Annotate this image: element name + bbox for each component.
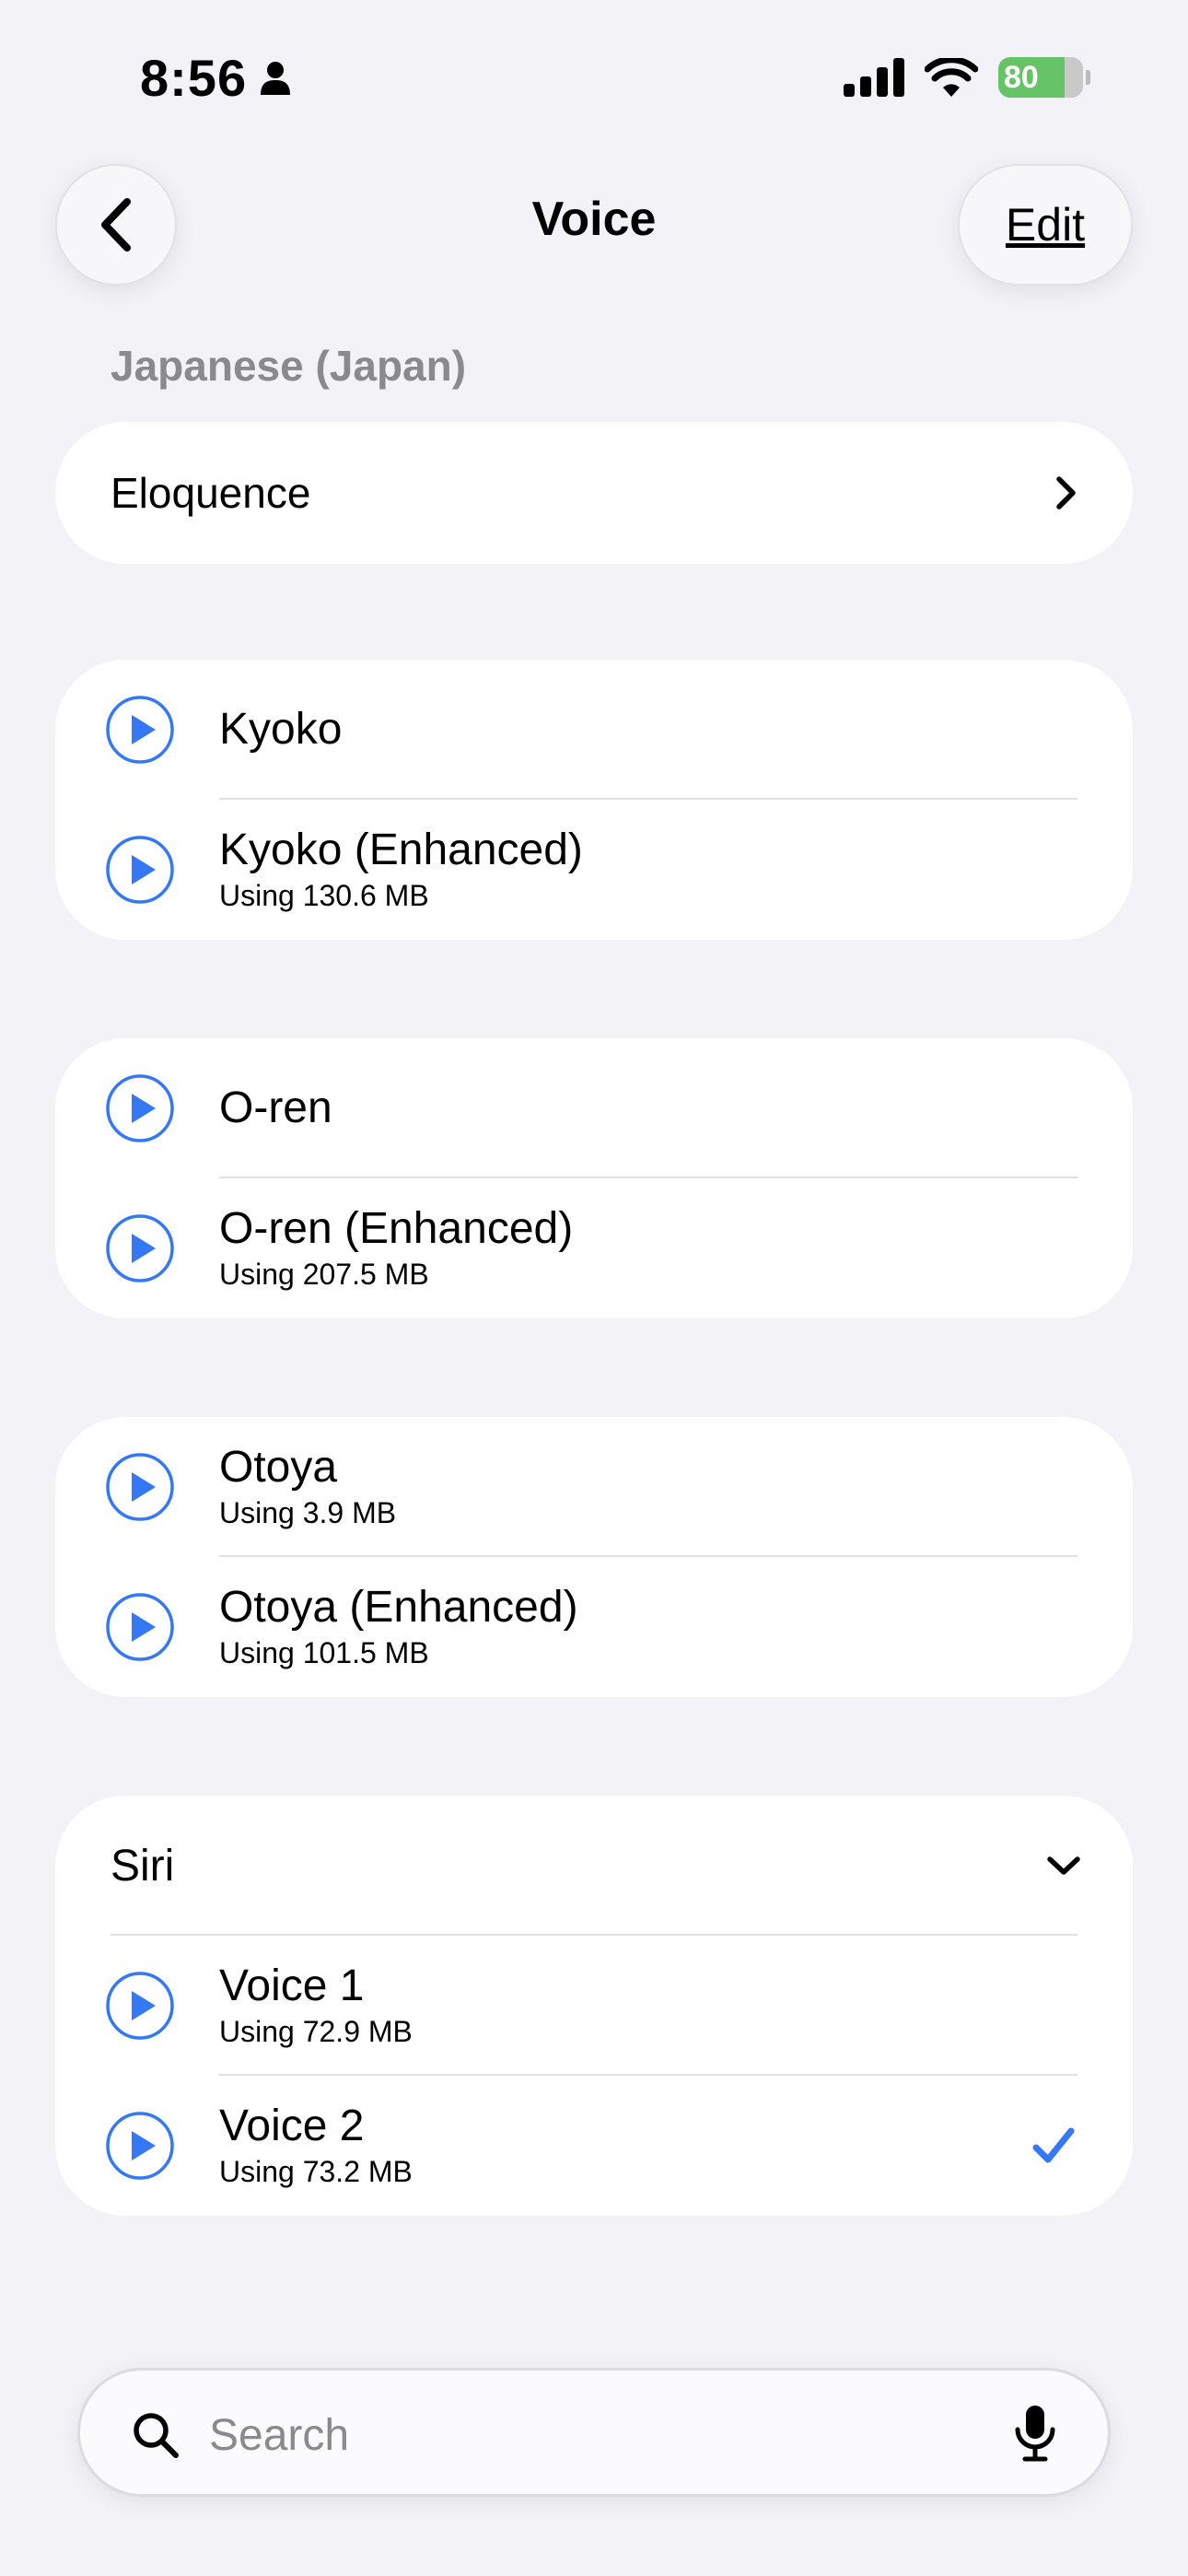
play-icon[interactable] xyxy=(105,835,175,905)
voice-group-siri: Siri Voice 1 Using 72.9 MB Voice 2 Using… xyxy=(55,1796,1133,2216)
signal-icon xyxy=(844,58,904,97)
section-header: Japanese (Japan) xyxy=(111,342,467,390)
chevron-down-icon xyxy=(1047,1856,1080,1875)
play-icon[interactable] xyxy=(105,695,175,765)
voice-row-selected[interactable]: Voice 2 Using 73.2 MB xyxy=(55,2076,1133,2216)
edit-button[interactable]: Edit xyxy=(958,164,1133,286)
microphone-icon[interactable] xyxy=(1014,2404,1056,2463)
play-icon[interactable] xyxy=(105,1971,175,2041)
voice-row[interactable]: Kyoko (Enhanced) Using 130.6 MB xyxy=(55,800,1133,940)
voice-storage: Using 73.2 MB xyxy=(219,2155,413,2188)
voice-storage: Using 207.5 MB xyxy=(219,1258,429,1291)
person-icon xyxy=(261,61,291,95)
play-icon[interactable] xyxy=(105,1073,175,1143)
siri-label: Siri xyxy=(111,1841,175,1891)
voice-storage: Using 130.6 MB xyxy=(219,879,429,912)
status-time: 8:56 xyxy=(140,48,291,108)
voice-name: Kyoko xyxy=(219,705,343,754)
search-input[interactable] xyxy=(209,2398,964,2472)
voice-name: Kyoko (Enhanced) xyxy=(219,825,583,874)
voice-row[interactable]: Otoya Using 3.9 MB xyxy=(55,1417,1133,1557)
voice-text: O-ren (Enhanced) Using 207.5 MB xyxy=(219,1204,573,1293)
voice-row[interactable]: O-ren (Enhanced) Using 207.5 MB xyxy=(55,1178,1133,1318)
wifi-icon xyxy=(925,58,978,97)
play-icon[interactable] xyxy=(105,1592,175,1662)
voice-row[interactable]: Kyoko xyxy=(55,660,1133,800)
voice-text: Kyoko (Enhanced) Using 130.6 MB xyxy=(219,825,583,914)
voice-group-kyoko: Kyoko Kyoko (Enhanced) Using 130.6 MB xyxy=(55,660,1133,940)
voice-storage: Using 101.5 MB xyxy=(219,1636,429,1669)
voice-name: O-ren (Enhanced) xyxy=(219,1204,574,1253)
voice-storage: Using 72.9 MB xyxy=(219,2015,413,2048)
voice-name: Otoya (Enhanced) xyxy=(219,1583,578,1632)
voice-text: Voice 2 Using 73.2 MB xyxy=(219,2102,413,2190)
voice-text: Voice 1 Using 72.9 MB xyxy=(219,1961,413,2050)
battery-icon: 80 xyxy=(998,57,1090,98)
voice-row[interactable]: O-ren xyxy=(55,1038,1133,1178)
eloquence-card: Eloquence xyxy=(55,422,1133,564)
voice-group-otoya: Otoya Using 3.9 MB Otoya (Enhanced) Usin… xyxy=(55,1417,1133,1697)
voice-name: Voice 1 xyxy=(219,1961,365,2010)
voice-row[interactable]: Otoya (Enhanced) Using 101.5 MB xyxy=(55,1557,1133,1697)
eloquence-row[interactable]: Eloquence xyxy=(55,422,1133,564)
play-icon[interactable] xyxy=(105,1213,175,1283)
voice-text: O-ren xyxy=(219,1083,332,1133)
status-indicators: 80 xyxy=(844,57,1090,98)
checkmark-icon xyxy=(1032,2127,1075,2163)
voice-name: Otoya xyxy=(219,1443,338,1492)
voice-storage: Using 3.9 MB xyxy=(219,1496,397,1529)
voice-group-oren: O-ren O-ren (Enhanced) Using 207.5 MB xyxy=(55,1038,1133,1318)
voice-text: Otoya (Enhanced) Using 101.5 MB xyxy=(219,1583,578,1671)
search-icon xyxy=(134,2413,179,2458)
voice-settings-screen: 8:56 80 Voice Edit Japanese (Japan) Eloq… xyxy=(0,0,1188,2576)
voice-name: Voice 2 xyxy=(219,2102,365,2150)
eloquence-label: Eloquence xyxy=(111,469,311,517)
voice-row[interactable]: Voice 1 Using 72.9 MB xyxy=(55,1936,1133,2076)
battery-level: 80 xyxy=(1004,59,1039,95)
siri-disclosure-row[interactable]: Siri xyxy=(55,1796,1133,1936)
voice-text: Otoya Using 3.9 MB xyxy=(219,1443,396,1531)
chevron-right-icon xyxy=(1056,476,1076,509)
status-time-text: 8:56 xyxy=(140,49,248,107)
search-bar xyxy=(77,2368,1111,2497)
play-icon[interactable] xyxy=(105,2111,175,2181)
voice-name: O-ren xyxy=(219,1083,332,1132)
play-icon[interactable] xyxy=(105,1452,175,1522)
voice-text: Kyoko xyxy=(219,705,342,755)
